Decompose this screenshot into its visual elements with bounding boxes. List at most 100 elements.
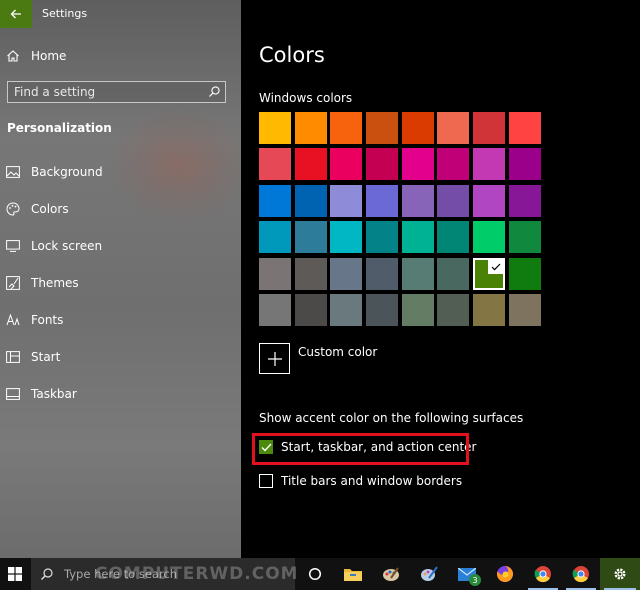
color-swatch[interactable] <box>259 184 291 217</box>
taskbar-mail[interactable]: 3 <box>448 558 486 590</box>
color-swatch[interactable] <box>259 221 291 254</box>
sidebar-item-label: Lock screen <box>31 239 103 253</box>
taskbar-paint[interactable] <box>372 558 410 590</box>
firefox-icon <box>496 566 513 582</box>
settings-sidebar: Settings Home Personalization Background… <box>0 0 241 558</box>
checkmark-icon <box>488 259 504 274</box>
color-swatch[interactable] <box>401 257 434 290</box>
color-swatch[interactable] <box>437 184 470 217</box>
back-arrow-icon <box>10 9 21 19</box>
sidebar-item-fonts[interactable]: Fonts <box>0 306 241 334</box>
color-swatch[interactable] <box>366 257 399 290</box>
color-swatch[interactable] <box>508 221 541 254</box>
color-swatch[interactable] <box>401 221 434 254</box>
taskbar-file-explorer[interactable] <box>334 558 372 590</box>
taskbar: Type here to search COMPUTERWD.COM 3 <box>0 558 640 590</box>
palette-icon <box>6 202 20 216</box>
color-swatch[interactable] <box>259 148 291 181</box>
section-header: Personalization <box>7 121 112 135</box>
checkbox-checked[interactable] <box>259 440 273 454</box>
mail-badge: 3 <box>469 574 481 586</box>
color-swatch[interactable] <box>330 221 363 254</box>
color-swatch[interactable] <box>437 221 470 254</box>
color-swatch[interactable] <box>294 184 327 217</box>
taskbar-chrome-profile-2[interactable] <box>562 558 600 590</box>
color-swatch[interactable] <box>401 293 434 326</box>
custom-color-button[interactable] <box>259 343 290 374</box>
color-swatch[interactable] <box>473 184 506 217</box>
color-swatch[interactable] <box>259 112 291 144</box>
color-swatch[interactable] <box>294 293 327 326</box>
checkbox-unchecked[interactable] <box>259 474 273 488</box>
page-title: Colors <box>259 43 325 67</box>
color-swatch[interactable] <box>330 148 363 181</box>
color-swatch[interactable] <box>437 148 470 181</box>
color-swatch[interactable] <box>294 148 327 181</box>
search-box[interactable] <box>7 81 226 103</box>
color-swatch[interactable] <box>437 293 470 326</box>
color-swatch[interactable] <box>401 148 434 181</box>
app-title: Settings <box>42 7 88 20</box>
color-swatch[interactable] <box>294 112 327 144</box>
checkbox-label: Title bars and window borders <box>281 474 463 488</box>
color-swatch[interactable] <box>508 148 541 181</box>
color-swatch[interactable] <box>366 148 399 181</box>
taskbar-icon <box>6 387 20 401</box>
sidebar-item-label: Taskbar <box>31 387 77 401</box>
taskbar-firefox[interactable] <box>486 558 524 590</box>
sidebar-item-label: Colors <box>31 202 69 216</box>
color-swatch-selected[interactable] <box>473 257 506 290</box>
windows-colors-label: Windows colors <box>259 91 353 105</box>
color-swatch[interactable] <box>437 257 470 290</box>
custom-color-label[interactable]: Custom color <box>298 345 377 359</box>
color-swatch[interactable] <box>473 112 506 144</box>
search-input[interactable] <box>14 84 204 100</box>
color-swatch[interactable] <box>330 112 363 144</box>
sidebar-item-colors[interactable]: Colors <box>0 195 241 223</box>
taskbar-search-placeholder: Type here to search <box>64 567 178 581</box>
taskbar-settings[interactable] <box>600 558 640 590</box>
sidebar-item-start[interactable]: Start <box>0 343 241 371</box>
sidebar-item-background[interactable]: Background <box>0 158 241 186</box>
task-view-icon <box>308 567 322 581</box>
color-swatch[interactable] <box>330 184 363 217</box>
color-swatch[interactable] <box>508 112 541 144</box>
taskbar-search-box[interactable]: Type here to search COMPUTERWD.COM <box>31 558 298 590</box>
font-icon <box>6 313 20 327</box>
color-swatch[interactable] <box>508 184 541 217</box>
checkmark-icon <box>261 443 272 452</box>
color-swatch[interactable] <box>437 112 470 144</box>
start-button[interactable] <box>0 558 30 590</box>
color-swatch[interactable] <box>473 221 506 254</box>
color-swatch[interactable] <box>401 112 434 144</box>
sidebar-item-taskbar[interactable]: Taskbar <box>0 380 241 408</box>
paint-3d-icon <box>421 566 438 581</box>
chrome-icon <box>534 566 551 583</box>
taskbar-chrome-profile-1[interactable] <box>524 558 562 590</box>
color-swatch-grid <box>259 112 541 326</box>
color-swatch[interactable] <box>366 221 399 254</box>
color-swatch[interactable] <box>508 257 541 290</box>
color-swatch[interactable] <box>366 293 399 326</box>
color-swatch[interactable] <box>508 293 541 326</box>
sidebar-item-themes[interactable]: Themes <box>0 269 241 297</box>
sidebar-item-label: Start <box>31 350 61 364</box>
task-view-button[interactable] <box>296 558 334 590</box>
color-swatch[interactable] <box>259 257 291 290</box>
color-swatch[interactable] <box>401 184 434 217</box>
color-swatch[interactable] <box>366 184 399 217</box>
color-swatch[interactable] <box>294 257 327 290</box>
back-button[interactable] <box>0 0 32 28</box>
color-swatch[interactable] <box>294 221 327 254</box>
taskbar-paint-3d[interactable] <box>410 558 448 590</box>
color-swatch[interactable] <box>259 293 291 326</box>
color-swatch[interactable] <box>473 293 506 326</box>
home-nav-item[interactable]: Home <box>0 42 241 70</box>
color-swatch[interactable] <box>473 148 506 181</box>
color-swatch[interactable] <box>330 293 363 326</box>
gear-icon <box>614 568 626 580</box>
color-swatch[interactable] <box>366 112 399 144</box>
sidebar-item-lock-screen[interactable]: Lock screen <box>0 232 241 260</box>
search-icon <box>41 568 53 580</box>
color-swatch[interactable] <box>330 257 363 290</box>
